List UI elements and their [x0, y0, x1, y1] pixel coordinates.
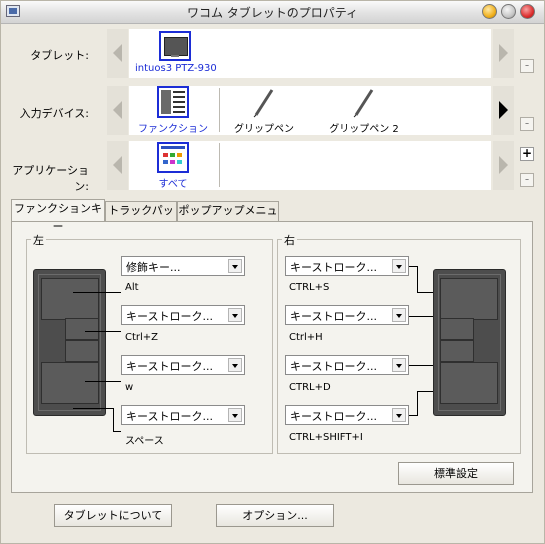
right-key-4-dropdown[interactable]: キーストローク...	[285, 405, 409, 425]
left-key-3-value: w	[125, 382, 134, 393]
chevron-down-icon	[392, 358, 406, 372]
left-key-2-dropdown[interactable]: キーストローク...	[121, 305, 245, 325]
tab-trackpad[interactable]: トラックパッド	[105, 201, 177, 235]
tablet-row-label: タブレット:	[30, 49, 89, 62]
right-key-2-dropdown[interactable]: キーストローク...	[285, 305, 409, 325]
remove-application-button[interactable]: -	[520, 173, 534, 187]
function-keys-icon	[157, 86, 189, 118]
all-apps-icon	[157, 142, 189, 173]
chevron-down-icon	[392, 408, 406, 422]
right-group-title: 右	[282, 232, 297, 248]
left-key-3-dropdown[interactable]: キーストローク...	[121, 355, 245, 375]
application-item-all[interactable]: すべて	[133, 141, 213, 190]
grip-pen-icon	[253, 89, 274, 118]
left-key-1-value: Alt	[125, 282, 139, 293]
chevron-down-icon	[228, 358, 242, 372]
pad-key	[440, 318, 474, 340]
chevron-down-icon	[228, 308, 242, 322]
input-device-row-label: 入力デバイス:	[19, 107, 89, 120]
properties-window: ワコム タブレットのプロパティ タブレット: intuos3 PTZ-930 -…	[0, 0, 545, 544]
add-application-button[interactable]: +	[520, 147, 534, 161]
minimize-button[interactable]	[482, 4, 497, 19]
input-device-item-label: ファンクション	[138, 124, 208, 135]
left-group-title: 左	[31, 232, 46, 248]
input-device-strip: ファンクション グリップペン グリップペン 2	[129, 86, 491, 135]
left-keys-group: 左 修飾キー... Alt キーストローク... Ctrl+Z キーストローク.…	[26, 232, 273, 454]
input-device-item-label: グリップペン 2	[329, 124, 399, 135]
pad-key	[440, 278, 498, 320]
options-button[interactable]: オプション...	[216, 504, 334, 527]
tablet-item-intuos3[interactable]: intuos3 PTZ-930	[135, 29, 217, 78]
pad-key	[65, 318, 99, 340]
right-key-1-value: CTRL+S	[289, 282, 330, 293]
right-expresskeys-pad	[433, 269, 506, 416]
left-key-2-value: Ctrl+Z	[125, 332, 159, 343]
pad-key	[440, 340, 474, 362]
tablet-prev-button[interactable]	[107, 29, 128, 78]
application-row-label: アプリケーション:	[12, 164, 89, 193]
function-keys-panel: 左 修飾キー... Alt キーストローク... Ctrl+Z キーストローク.…	[11, 221, 533, 493]
separator	[219, 88, 220, 132]
window-title: ワコム タブレットのプロパティ	[186, 6, 359, 20]
chevron-down-icon	[392, 259, 406, 273]
input-device-next-button[interactable]	[493, 86, 514, 135]
application-item-label: すべて	[158, 179, 188, 190]
chevron-down-icon	[228, 408, 242, 422]
tab-popup-menu[interactable]: ポップアップメニュー	[177, 201, 279, 235]
right-key-1-dropdown[interactable]: キーストローク...	[285, 256, 409, 276]
application-strip: すべて	[129, 141, 491, 190]
right-key-4-value: CTRL+SHIFT+I	[289, 432, 363, 443]
pad-key	[41, 362, 99, 404]
tablet-strip: intuos3 PTZ-930	[129, 29, 491, 78]
left-key-4-dropdown[interactable]: キーストローク...	[121, 405, 245, 425]
maximize-button[interactable]	[501, 4, 516, 19]
left-key-1-dropdown[interactable]: 修飾キー...	[121, 256, 245, 276]
grip-pen-2-icon	[353, 89, 374, 118]
tablet-icon	[159, 31, 191, 61]
left-key-4-value: スペース	[125, 436, 164, 447]
arrow-left-icon	[113, 101, 122, 119]
remove-tablet-button[interactable]: -	[520, 59, 534, 73]
input-device-prev-button[interactable]	[107, 86, 128, 135]
input-device-item-grip-pen[interactable]: グリップペン	[224, 86, 304, 135]
arrow-left-icon	[113, 44, 122, 62]
tablet-next-button[interactable]	[493, 29, 514, 78]
input-device-item-grip-pen-2[interactable]: グリップペン 2	[314, 86, 414, 135]
right-key-3-value: CTRL+D	[289, 382, 331, 393]
right-key-3-dropdown[interactable]: キーストローク...	[285, 355, 409, 375]
right-keys-group: 右 キーストローク... CTRL+S キーストローク... Ctrl+H キー…	[277, 232, 521, 454]
tab-function-keys[interactable]: ファンクションキー	[11, 199, 105, 233]
chevron-down-icon	[228, 259, 242, 273]
close-button[interactable]	[520, 4, 535, 19]
about-tablet-button[interactable]: タブレットについて	[54, 504, 172, 527]
arrow-right-icon	[499, 44, 508, 62]
input-device-item-label: グリップペン	[234, 124, 294, 135]
pad-key	[41, 278, 99, 320]
right-key-2-value: Ctrl+H	[289, 332, 323, 343]
tablet-item-label: intuos3 PTZ-930	[135, 63, 217, 74]
remove-input-device-button[interactable]: -	[520, 117, 534, 131]
arrow-left-icon	[113, 156, 122, 174]
defaults-button[interactable]: 標準設定	[398, 462, 514, 485]
arrow-right-icon	[499, 101, 508, 119]
pad-key	[65, 340, 99, 362]
pad-key	[440, 362, 498, 404]
title-bar: ワコム タブレットのプロパティ	[1, 1, 544, 24]
application-next-button[interactable]	[493, 141, 514, 190]
arrow-right-icon	[499, 156, 508, 174]
chevron-down-icon	[392, 308, 406, 322]
application-prev-button[interactable]	[107, 141, 128, 190]
input-device-item-function[interactable]: ファンクション	[133, 86, 213, 135]
separator	[219, 143, 220, 187]
